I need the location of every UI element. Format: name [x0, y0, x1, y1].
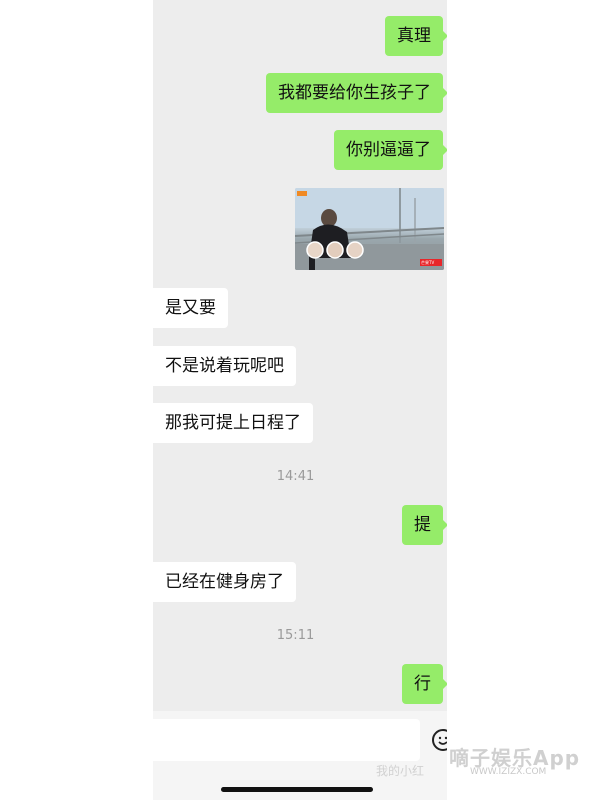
message-outgoing[interactable]: 行: [402, 664, 447, 704]
message-text: 行: [414, 674, 431, 694]
message-text: 是又要: [165, 298, 216, 318]
message-text: 那我可提上日程了: [165, 413, 301, 433]
smiley-icon[interactable]: [432, 729, 447, 751]
message-outgoing[interactable]: 提: [402, 505, 447, 545]
message-text: 提: [414, 515, 431, 535]
watermark-left-text: 我的小红: [376, 764, 425, 778]
message-outgoing[interactable]: 我都要给你生孩子了: [266, 73, 447, 113]
video-message-thumbnail[interactable]: 芒果TV: [295, 188, 444, 270]
input-bar: [153, 711, 447, 800]
message-incoming[interactable]: 已经在健身房了: [153, 562, 296, 602]
watermark-url: WWW.IZIZX.COM: [470, 767, 547, 777]
home-indicator[interactable]: [221, 787, 373, 792]
message-text: 已经在健身房了: [165, 572, 284, 592]
message-outgoing[interactable]: 你别逼逼了: [334, 130, 447, 170]
message-incoming[interactable]: 不是说着玩呢吧: [153, 346, 296, 386]
message-outgoing[interactable]: 真理: [385, 16, 447, 56]
message-incoming[interactable]: 是又要: [153, 288, 228, 328]
message-text: 不是说着玩呢吧: [165, 356, 284, 376]
timestamp: 14:41: [276, 469, 315, 484]
message-text: 真理: [397, 26, 431, 46]
message-text: 你别逼逼了: [346, 140, 431, 160]
video-scene-image: [295, 188, 444, 270]
timestamp: 15:11: [276, 628, 315, 643]
message-incoming[interactable]: 那我可提上日程了: [153, 403, 313, 443]
message-input[interactable]: [153, 719, 420, 761]
chat-screen: 真理 我都要给你生孩子了 你别逼逼了 芒果TV 是又要 不是说着玩呢吧 那我可提…: [153, 0, 447, 800]
message-text: 我都要给你生孩子了: [278, 83, 431, 103]
video-platform-badge: 芒果TV: [421, 260, 435, 265]
